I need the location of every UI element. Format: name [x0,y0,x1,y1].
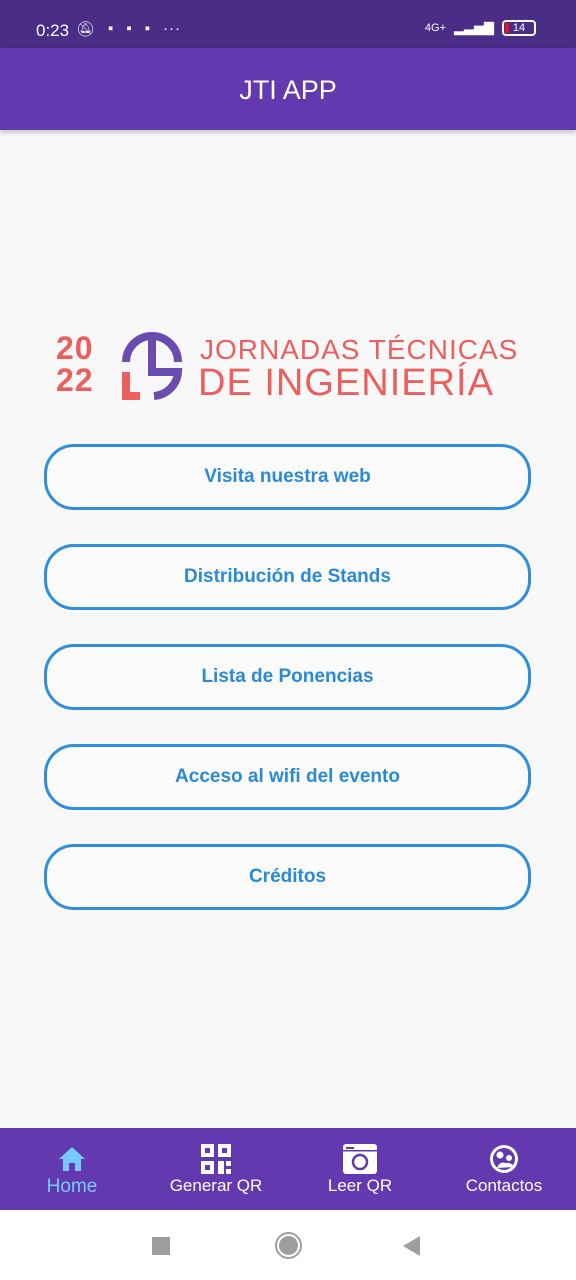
nav-contactos[interactable]: Contactos [432,1128,576,1210]
nav-home[interactable]: Home [0,1128,144,1210]
recents-button[interactable] [152,1237,170,1255]
nav-label: Leer QR [327,1176,393,1195]
nav-label: Generar QR [169,1176,263,1195]
credits-button[interactable]: Créditos [44,844,531,910]
game-icon: ▪ [108,20,115,37]
status-time: 0:23 [36,21,70,40]
nav-label: Home [46,1176,98,1197]
app-bar: JTI APP [0,48,576,130]
stands-button[interactable]: Distribución de Stands [44,544,531,610]
camera-icon [342,1142,378,1176]
home-system-button[interactable] [275,1232,302,1259]
network-label: 4G+ [424,22,446,34]
home-icon [57,1142,87,1176]
notification-icons: 🔕︎ ▪ ▪ ▪ ··· [76,20,181,38]
battery-icon: 14 [502,20,536,36]
visit-web-button[interactable]: Visita nuestra web [44,444,531,510]
status-bar: 0:23 🔕︎ ▪ ▪ ▪ ··· 4G+ ▂▃▅▇ 14 [0,0,576,48]
contacts-icon [488,1142,520,1176]
more-icon: ··· [163,20,182,37]
qr-code-icon [200,1142,232,1176]
logo-line2: DE INGENIERÍA [198,362,494,404]
bell-off-icon: 🔕︎ [76,21,97,38]
nav-leer-qr[interactable]: Leer QR [288,1128,432,1210]
signal-icon: ▂▃▅▇ [454,20,494,35]
logo-year: 20 22 [56,330,94,398]
nav-generar-qr[interactable]: Generar QR [144,1128,288,1210]
event-logo: 20 22 JORNADAS TÉCNICAS DE INGENIERÍA [56,330,526,404]
game-icon: ▪ [126,20,133,37]
nav-label: Contactos [465,1176,543,1195]
bottom-nav: Home Generar QR Leer QR Contactos [0,1128,576,1210]
back-button[interactable] [403,1236,420,1256]
app-title: JTI APP [239,75,337,105]
wifi-button[interactable]: Acceso al wifi del evento [44,744,531,810]
logo-symbol-icon [122,332,183,400]
talks-button[interactable]: Lista de Ponencias [44,644,531,710]
system-nav-bar [0,1210,576,1280]
game-icon: ▪ [144,20,152,37]
